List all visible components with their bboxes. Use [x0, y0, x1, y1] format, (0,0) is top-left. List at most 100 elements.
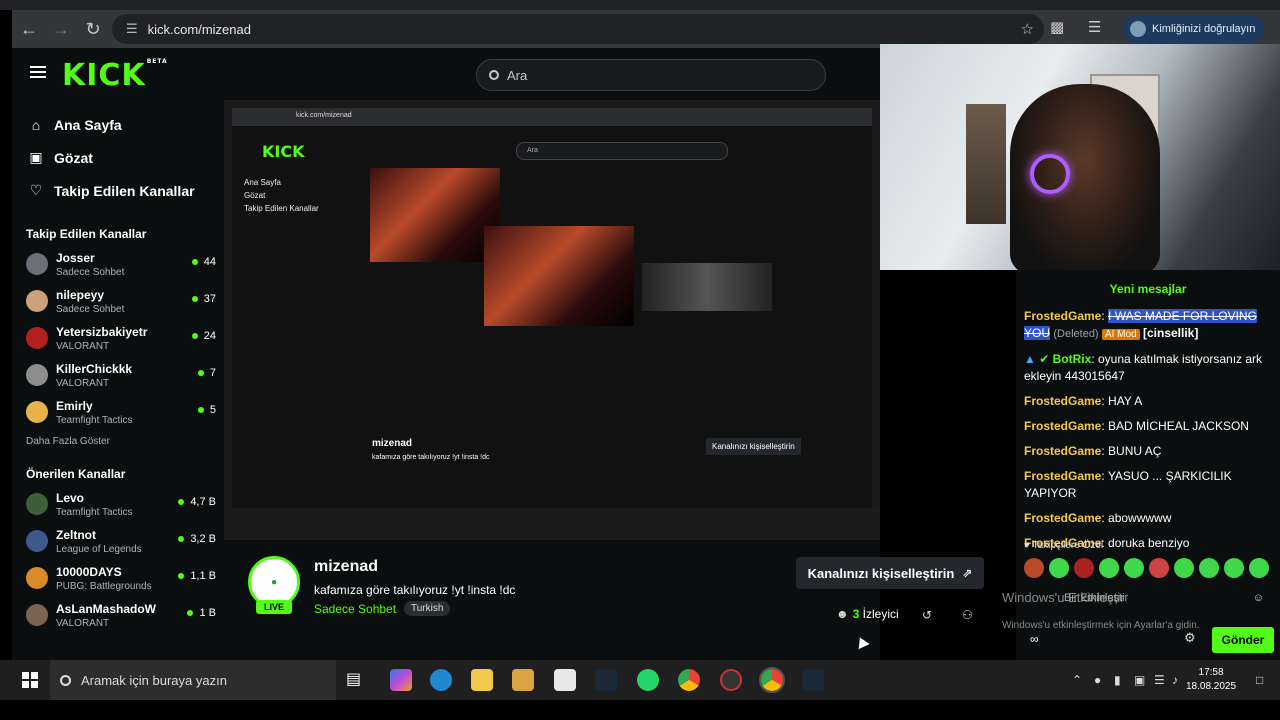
emote[interactable]: [1099, 558, 1119, 578]
mic-icon[interactable]: ●: [1094, 673, 1101, 687]
sidebar-channel-item[interactable]: Josser Sadece Sohbet 44: [12, 247, 224, 284]
emote[interactable]: [1049, 558, 1069, 578]
steam-icon[interactable]: [595, 669, 617, 691]
chat-username[interactable]: FrostedGame: [1024, 511, 1101, 525]
clock-time: 17:58: [1198, 667, 1224, 678]
chat-username[interactable]: FrostedGame: [1024, 394, 1101, 408]
stream-category[interactable]: Sadece Sohbet: [314, 602, 396, 616]
bot-badge-icon: ▲: [1024, 352, 1036, 366]
stream-tag[interactable]: Turkish: [404, 601, 451, 616]
follow-user-icon[interactable]: ⚇: [962, 608, 973, 622]
chat-options-icon[interactable]: ∞: [1030, 632, 1039, 646]
customize-channel-button[interactable]: Kanalınızı kişiselleştirin ⇗: [796, 557, 984, 589]
channel-avatar: [26, 290, 48, 312]
task-view-icon[interactable]: ▤: [346, 669, 368, 691]
system-clock[interactable]: 17:58 18.08.2025: [1186, 666, 1236, 694]
emote[interactable]: [1124, 558, 1144, 578]
recommended-section-title: Önerilen Kanallar: [26, 467, 126, 481]
whatsapp-icon[interactable]: [637, 669, 659, 691]
app-icon[interactable]: [720, 669, 742, 691]
sidebar-item-following[interactable]: ♡ Takip Edilen Kanallar: [12, 174, 224, 207]
volume-icon[interactable]: ♪: [1172, 673, 1178, 687]
emote[interactable]: [1199, 558, 1219, 578]
profile-verify-label: Kimliğinizi doğrulayın: [1152, 23, 1256, 35]
nested-video-feed: [370, 168, 500, 262]
sidebar-item-browse[interactable]: ▣ Gözat: [12, 141, 224, 174]
share-icon[interactable]: ↺: [922, 608, 932, 622]
store-icon[interactable]: [554, 669, 576, 691]
chat-username[interactable]: BotRix: [1053, 352, 1092, 366]
wifi-icon[interactable]: ☰: [1154, 673, 1165, 687]
gear-icon[interactable]: ⚙: [1184, 630, 1196, 646]
profile-verify-button[interactable]: Kimliğinizi doğrulayın: [1122, 15, 1264, 43]
sidebar-channel-item[interactable]: Zeltnot League of Legends 3,2 B: [12, 524, 224, 561]
kick-logo[interactable]: KICKBETA: [62, 58, 168, 93]
chat-username[interactable]: FrostedGame: [1024, 469, 1101, 483]
sidebar-channel-item[interactable]: Levo Teamfight Tactics 4,7 B: [12, 487, 224, 524]
heart-icon: ♡: [29, 182, 43, 198]
sidebar-channel-item[interactable]: nilepeyy Sadece Sohbet 37: [12, 284, 224, 321]
chat-username[interactable]: FrostedGame: [1024, 419, 1101, 433]
chat-text: BUNU AÇ: [1108, 444, 1162, 458]
video-player[interactable]: kick.com/mizenad KICK Ara Ana Sayfa Göza…: [224, 100, 880, 540]
emote[interactable]: [1249, 558, 1269, 578]
address-bar[interactable]: ☰ kick.com/mizenad ☆: [112, 14, 1044, 44]
back-icon[interactable]: ←: [14, 14, 44, 44]
chrome-active-icon[interactable]: [759, 667, 785, 693]
sidebar-channel-item[interactable]: 10000DAYS PUBG: Battlegrounds 1,1 B: [12, 561, 224, 598]
followers-only-notice: ♥ Takipçilere Özel: [1024, 540, 1103, 551]
menu-hamburger-icon[interactable]: [30, 66, 46, 68]
emoji-icon[interactable]: ☺: [1253, 592, 1264, 604]
extensions-icon[interactable]: ▩: [1050, 18, 1064, 36]
chat-input[interactable]: Windows'u Etkinleştir Bir Etkinleştir ☺: [1002, 590, 1264, 614]
bookmark-star-icon[interactable]: ☆: [1021, 20, 1034, 38]
forward-icon[interactable]: →: [46, 14, 76, 44]
nested-kick-logo: KICK: [262, 142, 305, 161]
battery-icon[interactable]: ▮: [1114, 673, 1121, 687]
windows-start-icon[interactable]: [22, 672, 38, 688]
emote[interactable]: [1149, 558, 1169, 578]
emote[interactable]: [1074, 558, 1094, 578]
copilot-icon[interactable]: [390, 669, 412, 691]
chat-username[interactable]: FrostedGame: [1024, 309, 1101, 323]
chat-username[interactable]: FrostedGame: [1024, 444, 1101, 458]
media-player-icon[interactable]: [512, 669, 534, 691]
channel-avatar: [26, 364, 48, 386]
logo-text: KICK: [62, 58, 146, 93]
channel-name[interactable]: mizenad: [314, 558, 378, 576]
chat-new-messages[interactable]: Yeni mesajlar: [1016, 282, 1280, 296]
file-explorer-icon[interactable]: [471, 669, 493, 691]
headset-glow: [1030, 154, 1070, 194]
home-icon: ⌂: [31, 116, 41, 133]
reload-icon[interactable]: ↻: [78, 14, 108, 44]
steam-2-icon[interactable]: [802, 669, 824, 691]
emote[interactable]: [1224, 558, 1244, 578]
browser-toolbar: ← → ↻ ☰ kick.com/mizenad ☆ ▩ ☰ Kimliğini…: [12, 10, 1280, 48]
chrome-icon[interactable]: [678, 669, 700, 691]
sidebar-channel-item[interactable]: Emirly Teamfight Tactics 5: [12, 395, 224, 432]
tray-chevron-icon[interactable]: ⌃: [1072, 673, 1082, 687]
search-input[interactable]: Ara: [476, 59, 826, 91]
sidebar-channel-item[interactable]: KillerChickkk VALORANT 7: [12, 358, 224, 395]
notification-icon[interactable]: □: [1256, 673, 1263, 687]
edge-icon[interactable]: [430, 669, 452, 691]
site-info-icon[interactable]: ☰: [126, 21, 138, 37]
chat-text: doruka benziyo: [1108, 536, 1190, 550]
channel-category: Teamfight Tactics: [56, 415, 133, 426]
send-button[interactable]: Gönder: [1212, 627, 1274, 653]
emote[interactable]: [1174, 558, 1194, 578]
sidebar: ⌂ Ana Sayfa ▣ Gözat ♡ Takip Edilen Kanallar…: [12, 108, 224, 660]
deleted-note: (Deleted): [1053, 328, 1099, 340]
emote[interactable]: [1024, 558, 1044, 578]
sidebar-channel-item[interactable]: Yetersizbakiyetr VALORANT 24: [12, 321, 224, 358]
show-more-link[interactable]: Daha Fazla Göster: [12, 436, 224, 447]
taskbar-search-input[interactable]: Aramak için buraya yazın: [50, 660, 336, 700]
media-control-icon[interactable]: ☰: [1088, 18, 1101, 36]
sidebar-item-label: Takip Edilen Kanallar: [54, 182, 195, 199]
chat-message: FrostedGame: BUNU AÇ: [1024, 444, 1162, 458]
camera-icon[interactable]: ▣: [1134, 673, 1145, 687]
nested-screen-capture: kick.com/mizenad KICK Ara Ana Sayfa Göza…: [232, 108, 880, 528]
sidebar-item-home[interactable]: ⌂ Ana Sayfa: [12, 108, 224, 141]
nested-taskbar: [232, 508, 880, 528]
sidebar-channel-item[interactable]: AsLanMashadoW VALORANT 1 B: [12, 598, 224, 635]
